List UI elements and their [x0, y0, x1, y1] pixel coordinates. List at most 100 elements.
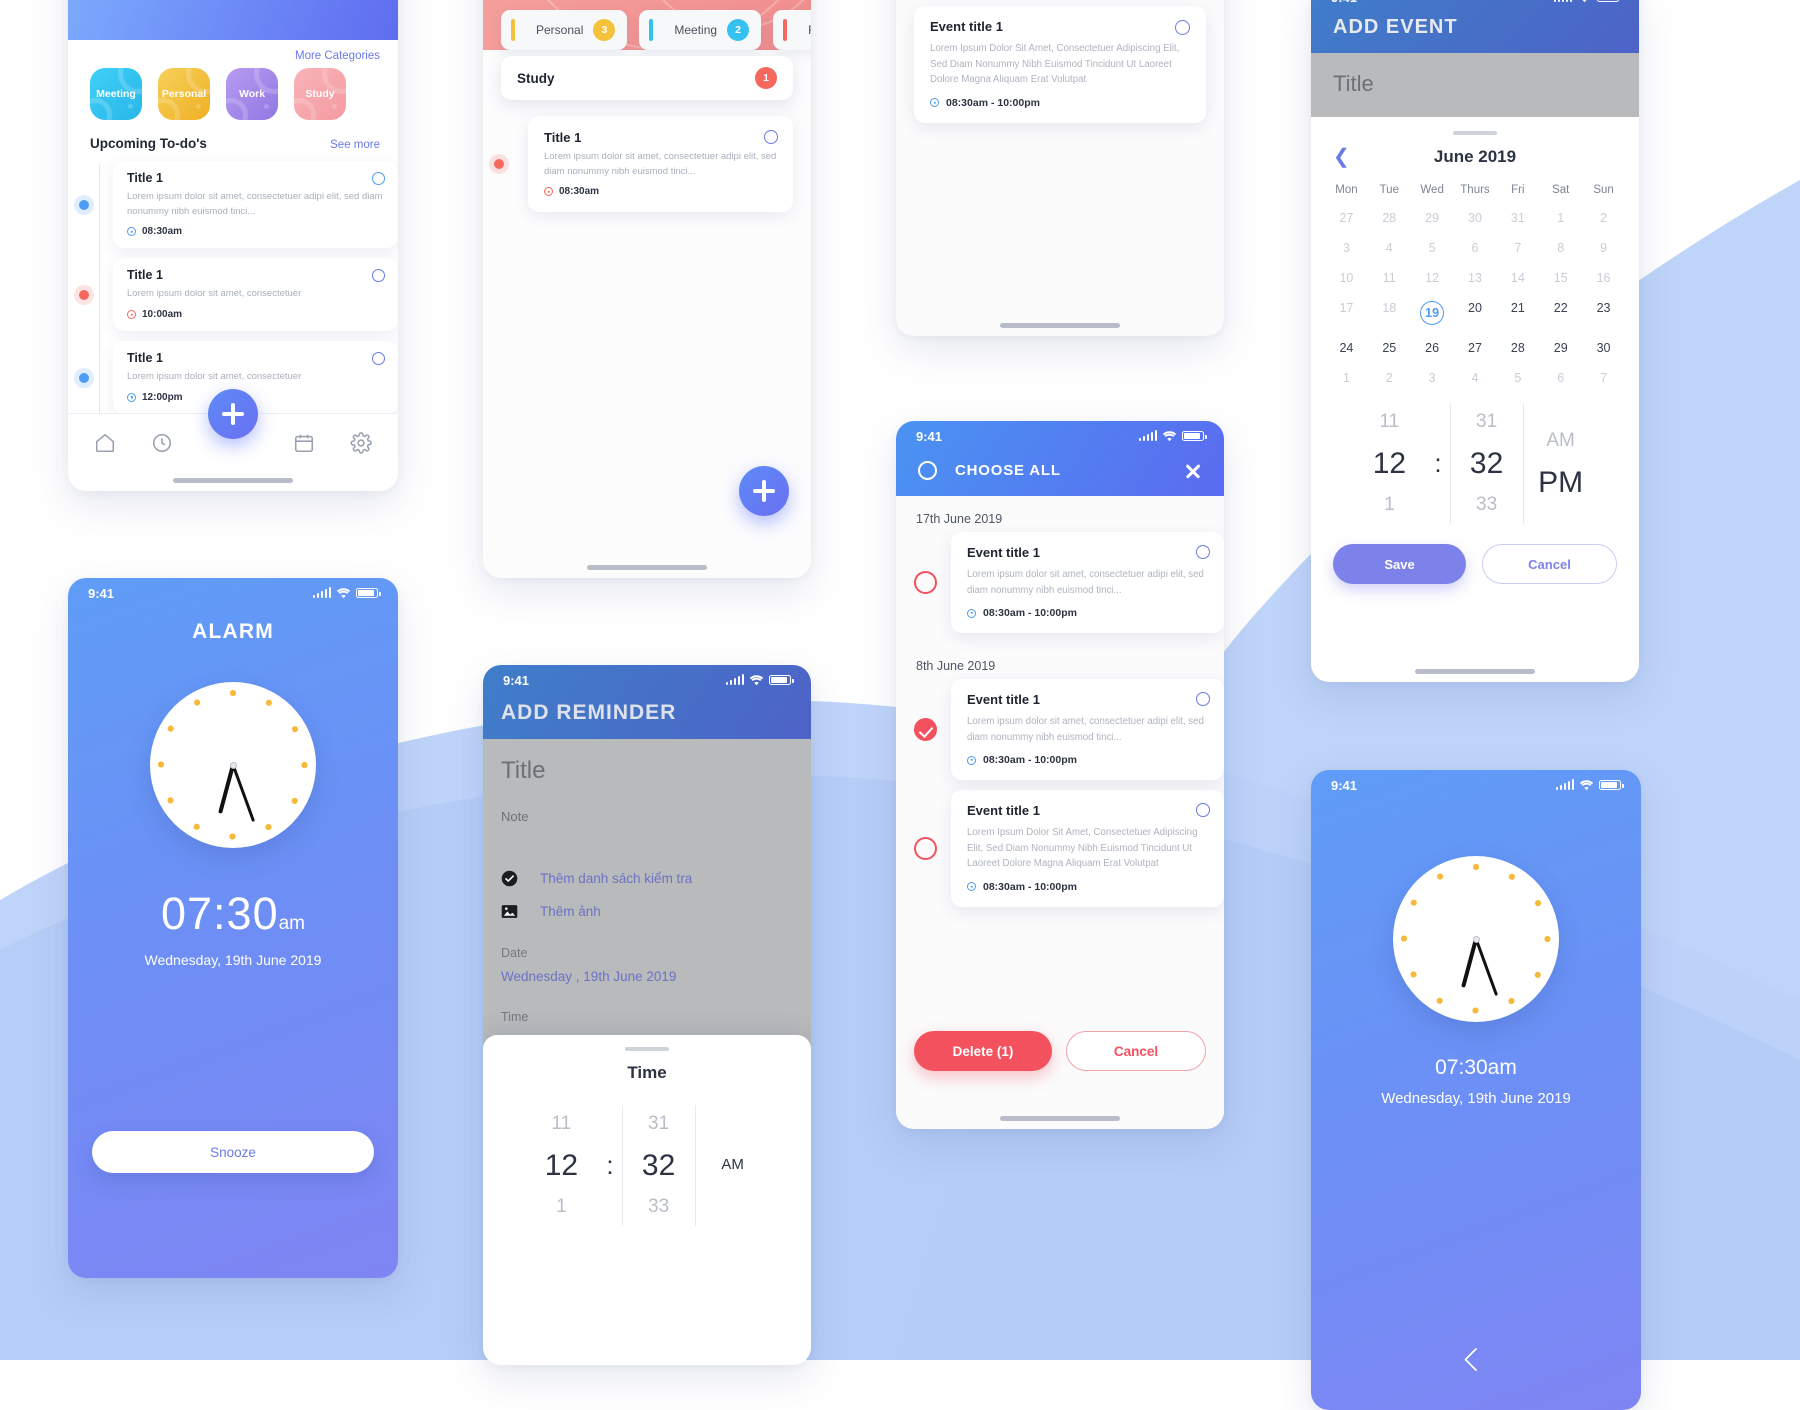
- time-picker[interactable]: 11 12 1 : 31 32 33 AM: [483, 1087, 811, 1232]
- see-more-link[interactable]: See more: [330, 139, 380, 151]
- date-value[interactable]: Wednesday , 19th June 2019: [501, 969, 793, 984]
- calendar-day[interactable]: 3: [1411, 363, 1454, 393]
- selectable-row[interactable]: Event title 1 Lorem ipsum dolor sit amet…: [896, 679, 1224, 781]
- radio-empty-icon[interactable]: [918, 461, 937, 480]
- calendar-day[interactable]: 30: [1454, 203, 1497, 233]
- calendar-day[interactable]: 30: [1582, 333, 1625, 363]
- snooze-button[interactable]: Snooze: [92, 1131, 374, 1173]
- list-item[interactable]: Title 1 Lorem ipsum dolor sit amet, cons…: [68, 258, 398, 332]
- calendar-day[interactable]: 1: [1325, 363, 1368, 393]
- title-field[interactable]: Title: [501, 757, 793, 785]
- calendar-day[interactable]: 29: [1539, 333, 1582, 363]
- ampm-column[interactable]: AM PM: [1524, 422, 1598, 505]
- title-field[interactable]: Title: [1311, 53, 1639, 117]
- calendar-day[interactable]: 23: [1582, 293, 1625, 333]
- add-button[interactable]: [739, 466, 789, 516]
- calendar-day[interactable]: 27: [1454, 333, 1497, 363]
- calendar-day[interactable]: 7: [1496, 233, 1539, 263]
- complete-toggle-icon[interactable]: [1196, 803, 1210, 818]
- category-personal[interactable]: Personal: [158, 68, 210, 120]
- calendar-day[interactable]: 1: [1539, 203, 1582, 233]
- calendar-day[interactable]: 21: [1496, 293, 1539, 333]
- more-categories-link[interactable]: More Categories: [68, 40, 398, 66]
- calendar-day[interactable]: 25: [1368, 333, 1411, 363]
- calendar-day[interactable]: 2: [1368, 363, 1411, 393]
- calendar-day[interactable]: 18: [1368, 293, 1411, 333]
- calendar-day[interactable]: 26: [1411, 333, 1454, 363]
- event-card[interactable]: Event title 1 Lorem ipsum dolor sit amet…: [951, 679, 1224, 781]
- chevron-left-icon[interactable]: ❮: [1333, 147, 1359, 167]
- todo-card[interactable]: Title 1 Lorem ipsum dolor sit amet, cons…: [113, 258, 398, 332]
- calendar-day[interactable]: 15: [1539, 263, 1582, 293]
- event-card[interactable]: Event title 1 Lorem Ipsum Dolor Sit Amet…: [951, 790, 1224, 907]
- chip-friend[interactable]: Friend: [773, 10, 811, 50]
- add-checklist-row[interactable]: Thêm danh sách kiểm tra: [501, 870, 793, 887]
- select-checkbox[interactable]: [914, 571, 937, 595]
- calendar-day[interactable]: 24: [1325, 333, 1368, 363]
- calendar-day[interactable]: 16: [1582, 263, 1625, 293]
- category-meeting[interactable]: Meeting: [90, 68, 142, 120]
- add-photo-row[interactable]: Thêm ảnh: [501, 903, 793, 920]
- calendar-day[interactable]: 5: [1411, 233, 1454, 263]
- todo-card[interactable]: Title 1 Lorem ipsum dolor sit amet, cons…: [113, 161, 398, 249]
- delete-button[interactable]: Delete (1): [914, 1031, 1052, 1071]
- cancel-button[interactable]: Cancel: [1066, 1031, 1206, 1071]
- calendar-icon[interactable]: [293, 432, 315, 454]
- event-card[interactable]: Event title 1 Lorem Ipsum Dolor Sit Amet…: [914, 6, 1206, 123]
- chip-meeting[interactable]: Meeting 2: [639, 10, 762, 50]
- calendar-day[interactable]: 17: [1325, 293, 1368, 333]
- chip-personal[interactable]: Personal 3: [501, 10, 628, 50]
- complete-toggle-icon[interactable]: [764, 130, 778, 144]
- hour-column[interactable]: 11 12 1: [524, 1105, 598, 1226]
- calendar-day[interactable]: 29: [1411, 203, 1454, 233]
- list-item[interactable]: Title 1 Lorem ipsum dolor sit amet, cons…: [483, 116, 811, 213]
- home-icon[interactable]: [94, 432, 116, 454]
- calendar-day[interactable]: 31: [1496, 203, 1539, 233]
- ampm-column[interactable]: AM: [696, 1154, 770, 1177]
- save-button[interactable]: Save: [1333, 544, 1466, 584]
- category-study[interactable]: Study: [294, 68, 346, 120]
- calendar-day[interactable]: 3: [1325, 233, 1368, 263]
- sheet-grabber[interactable]: [625, 1047, 669, 1051]
- complete-toggle-icon[interactable]: [1196, 692, 1210, 707]
- calendar-day[interactable]: 28: [1368, 203, 1411, 233]
- group-header-study[interactable]: Study 1: [501, 56, 793, 100]
- calendar-day-selected[interactable]: 19: [1411, 293, 1454, 333]
- add-button[interactable]: [208, 389, 258, 439]
- list-item[interactable]: Title 1 Lorem ipsum dolor sit amet, cons…: [68, 161, 398, 249]
- hour-column[interactable]: 11 12 1: [1352, 403, 1426, 524]
- calendar-day[interactable]: 4: [1454, 363, 1497, 393]
- calendar-day[interactable]: 2: [1582, 203, 1625, 233]
- calendar-day[interactable]: 27: [1325, 203, 1368, 233]
- calendar-day[interactable]: 11: [1368, 263, 1411, 293]
- event-card[interactable]: Event title 1 Lorem ipsum dolor sit amet…: [951, 532, 1224, 634]
- sheet-grabber[interactable]: [1453, 131, 1497, 135]
- selectable-row[interactable]: Event title 1 Lorem Ipsum Dolor Sit Amet…: [896, 790, 1224, 907]
- calendar-day[interactable]: 10: [1325, 263, 1368, 293]
- calendar-day[interactable]: 13: [1454, 263, 1497, 293]
- calendar-day[interactable]: 6: [1539, 363, 1582, 393]
- close-icon[interactable]: [1184, 462, 1202, 480]
- calendar-day[interactable]: 20: [1454, 293, 1497, 333]
- calendar-day[interactable]: 6: [1454, 233, 1497, 263]
- calendar-day[interactable]: 22: [1539, 293, 1582, 333]
- note-field[interactable]: Note: [501, 809, 793, 824]
- minute-column[interactable]: 31 32 33: [621, 1105, 696, 1226]
- minute-column[interactable]: 31 32 33: [1449, 403, 1524, 524]
- clock-icon[interactable]: [151, 432, 173, 454]
- calendar-day[interactable]: 9: [1582, 233, 1625, 263]
- time-picker[interactable]: 11 12 1 : 31 32 33 AM PM: [1311, 393, 1639, 530]
- calendar-day[interactable]: 12: [1411, 263, 1454, 293]
- complete-toggle-icon[interactable]: [1196, 545, 1210, 559]
- calendar-day[interactable]: 5: [1496, 363, 1539, 393]
- category-work[interactable]: Work: [226, 68, 278, 120]
- calendar-day[interactable]: 8: [1539, 233, 1582, 263]
- calendar-day[interactable]: 4: [1368, 233, 1411, 263]
- select-checkbox[interactable]: [914, 836, 937, 860]
- settings-icon[interactable]: [350, 432, 372, 454]
- calendar-day[interactable]: 28: [1496, 333, 1539, 363]
- calendar-day[interactable]: 7: [1582, 363, 1625, 393]
- complete-toggle-icon[interactable]: [372, 172, 385, 185]
- cancel-button[interactable]: Cancel: [1482, 544, 1617, 584]
- calendar-day[interactable]: 14: [1496, 263, 1539, 293]
